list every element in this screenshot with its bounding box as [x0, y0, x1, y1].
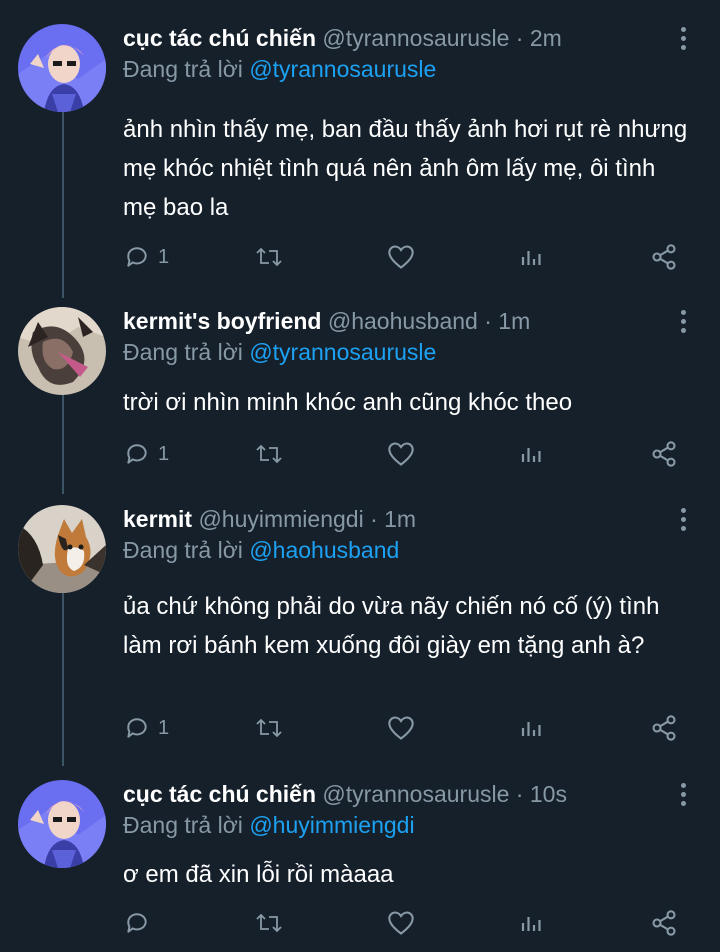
reply-button[interactable]: 1 [124, 242, 169, 272]
reply-button[interactable]: 1 [124, 439, 169, 469]
analytics-icon [521, 917, 541, 931]
tweet-actions: 1 [0, 439, 720, 469]
share-button[interactable] [650, 242, 678, 272]
share-icon [652, 910, 676, 936]
share-button[interactable] [650, 908, 678, 938]
like-button[interactable] [387, 713, 415, 743]
tweet-text: trời ơi nhìn minh khóc anh cũng khóc the… [123, 389, 573, 416]
replying-label: Đang trả lời [123, 537, 243, 563]
analytics-button[interactable] [520, 908, 544, 938]
replying-label: Đang trả lời [123, 339, 243, 365]
user-avatar[interactable] [18, 780, 106, 868]
display-name[interactable]: cục tác chú chiến [123, 25, 316, 51]
retweet-icon [256, 444, 282, 464]
like-button[interactable] [387, 439, 415, 469]
display-name[interactable]: cục tác chú chiến [123, 781, 316, 807]
share-icon [652, 244, 676, 270]
separator-dot: · [515, 25, 524, 51]
retweet-button[interactable] [255, 713, 283, 743]
like-button[interactable] [387, 242, 415, 272]
share-icon [652, 715, 676, 741]
tweet-header: kermit @huyimmiengdi · 1m [123, 505, 660, 533]
display-name[interactable]: kermit [123, 506, 192, 532]
reply-icon [127, 444, 147, 464]
analytics-button[interactable] [520, 242, 544, 272]
like-button[interactable] [387, 908, 415, 938]
separator-dot: · [515, 781, 524, 807]
replying-mention[interactable]: @tyrannosaurusle [249, 339, 436, 365]
user-handle[interactable]: @haohusband [328, 308, 478, 334]
replying-label: Đang trả lời [123, 812, 243, 838]
user-handle[interactable]: @tyrannosaurusle [322, 781, 509, 807]
user-handle[interactable]: @huyimmiengdi [198, 506, 363, 532]
replying-to: Đang trả lời @tyrannosaurusle [123, 337, 436, 367]
tweet-text: ơ em đã xin lỗi rồi màaaa [123, 861, 394, 888]
analytics-button[interactable] [520, 713, 544, 743]
replying-to: Đang trả lời @huyimmiengdi [123, 810, 415, 840]
share-icon [652, 441, 676, 467]
separator-dot: · [484, 308, 492, 334]
timestamp[interactable]: 10s [530, 781, 567, 807]
user-avatar[interactable] [18, 24, 106, 112]
reply-count: 1 [158, 442, 170, 465]
replying-label: Đang trả lời [123, 56, 243, 82]
tweet-actions: 1 [0, 713, 720, 743]
tweet[interactable]: kermit's boyfriend @haohusband · 1m Đang… [0, 307, 720, 467]
tweet[interactable]: cục tác chú chiến @tyrannosaurusle · 10s… [0, 780, 720, 945]
timestamp[interactable]: 1m [498, 308, 530, 334]
retweet-button[interactable] [255, 242, 283, 272]
heart-icon [388, 442, 414, 466]
tweet[interactable]: cục tác chú chiến @tyrannosaurusle · 2m … [0, 24, 720, 279]
analytics-icon [521, 251, 541, 265]
reply-icon [127, 718, 147, 738]
more-options-icon[interactable] [676, 505, 690, 533]
tweet-actions: 1 [0, 242, 720, 272]
share-button[interactable] [650, 713, 678, 743]
retweet-icon [256, 718, 282, 738]
reply-icon [127, 913, 147, 933]
retweet-button[interactable] [255, 439, 283, 469]
tweet-text: ảnh nhìn thấy mẹ, ban đầu thấy ảnh hơi r… [123, 116, 688, 221]
timestamp[interactable]: 1m [384, 506, 416, 532]
analytics-icon [521, 722, 541, 736]
user-handle[interactable]: @tyrannosaurusle [322, 25, 509, 51]
tweet-actions [0, 908, 720, 938]
replying-to: Đang trả lời @tyrannosaurusle [123, 54, 436, 84]
replying-mention[interactable]: @haohusband [249, 537, 399, 563]
retweet-icon [256, 913, 282, 933]
analytics-icon [521, 448, 541, 462]
user-avatar[interactable] [18, 307, 106, 395]
reply-count: 1 [158, 245, 170, 268]
share-button[interactable] [650, 439, 678, 469]
reply-icon [127, 247, 147, 267]
heart-icon [388, 911, 414, 935]
reply-button[interactable]: 1 [124, 713, 169, 743]
more-options-icon[interactable] [676, 307, 690, 335]
replying-mention[interactable]: @huyimmiengdi [249, 812, 414, 838]
reply-count: 1 [158, 716, 170, 739]
tweet-header: cục tác chú chiến @tyrannosaurusle · 10s [123, 780, 660, 808]
reply-button[interactable] [124, 908, 158, 938]
heart-icon [388, 245, 414, 269]
tweet[interactable]: kermit @huyimmiengdi · 1m Đang trả lời @… [0, 505, 720, 745]
timestamp[interactable]: 2m [530, 25, 562, 51]
replying-to: Đang trả lời @haohusband [123, 535, 399, 565]
tweet-header: kermit's boyfriend @haohusband · 1m [123, 307, 660, 335]
retweet-icon [256, 247, 282, 267]
replying-mention[interactable]: @tyrannosaurusle [249, 56, 436, 82]
separator-dot: · [370, 506, 378, 532]
heart-icon [388, 716, 414, 740]
retweet-button[interactable] [255, 908, 283, 938]
display-name[interactable]: kermit's boyfriend [123, 308, 321, 334]
more-options-icon[interactable] [676, 780, 690, 808]
tweet-header: cục tác chú chiến @tyrannosaurusle · 2m [123, 24, 660, 52]
tweet-text: ủa chứ không phải do vừa nãy chiến nó cố… [123, 593, 660, 659]
more-options-icon[interactable] [676, 24, 690, 52]
analytics-button[interactable] [520, 439, 544, 469]
user-avatar[interactable] [18, 505, 106, 593]
